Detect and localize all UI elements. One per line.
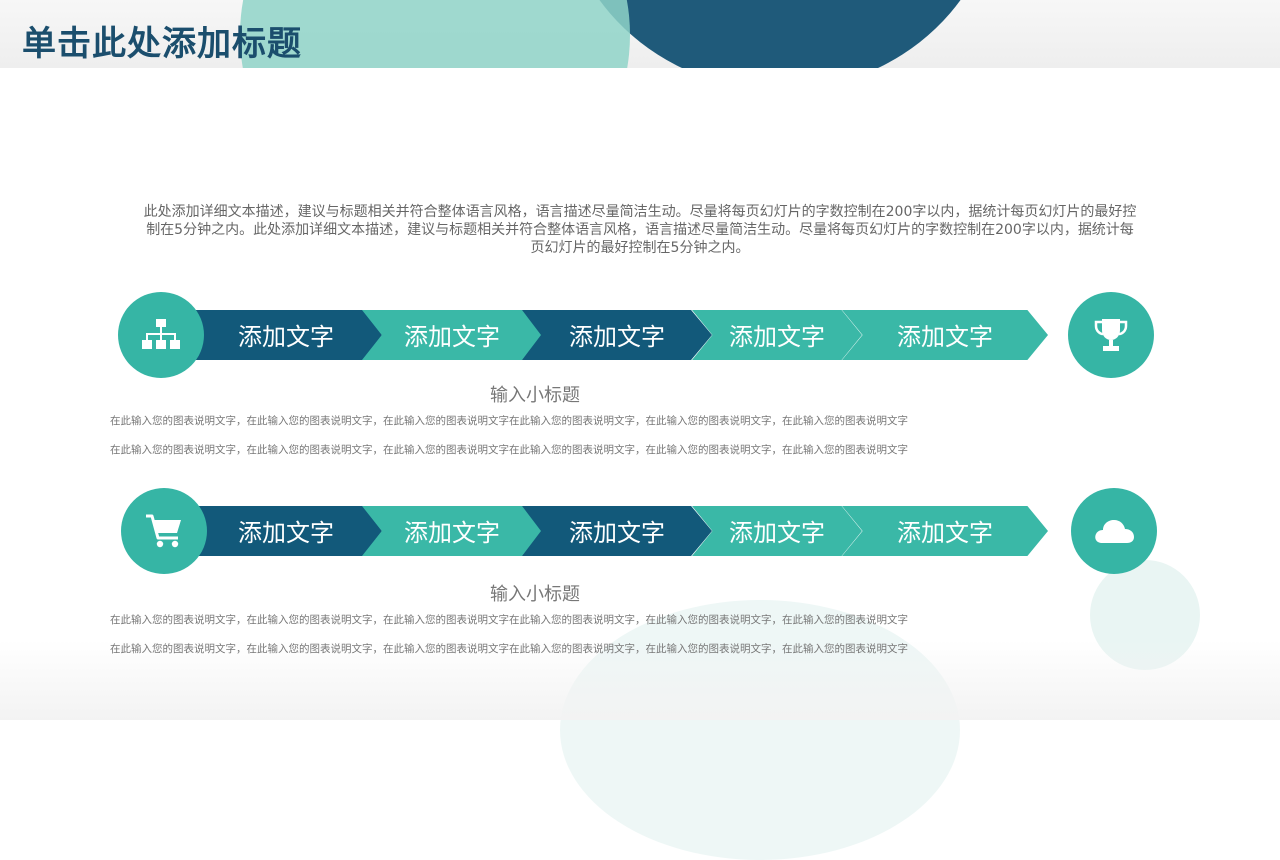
process-step-1[interactable]: 添加文字 [190, 506, 382, 556]
process-step-2[interactable]: 添加文字 [362, 506, 542, 556]
process-step-2[interactable]: 添加文字 [362, 310, 542, 360]
row-2-description-line-2[interactable]: 在此输入您的图表说明文字，在此输入您的图表说明文字，在此输入您的图表说明文字在此… [110, 641, 1110, 656]
process-step-3[interactable]: 添加文字 [522, 506, 712, 556]
step-label: 添加文字 [897, 518, 993, 547]
step-label: 添加文字 [897, 322, 993, 351]
step-label: 添加文字 [238, 518, 334, 547]
row-2-subtitle[interactable]: 输入小标题 [0, 580, 1070, 606]
step-label: 添加文字 [404, 322, 500, 351]
row-2-description-line-1[interactable]: 在此输入您的图表说明文字，在此输入您的图表说明文字，在此输入您的图表说明文字在此… [110, 612, 1110, 627]
process-step-4[interactable]: 添加文字 [692, 506, 862, 556]
cloud-icon [1095, 520, 1134, 543]
process-step-5[interactable]: 添加文字 [842, 310, 1048, 360]
process-row-1: 添加文字 添加文字 添加文字 添加文字 添加文字 [0, 292, 1280, 382]
intro-paragraph[interactable]: 此处添加详细文本描述，建议与标题相关并符合整体语言风格，语言描述尽量简洁生动。尽… [140, 203, 1140, 257]
trophy-icon [1094, 319, 1128, 351]
trophy-icon-badge [1068, 292, 1154, 378]
shopping-cart-icon [146, 514, 181, 548]
process-step-1[interactable]: 添加文字 [190, 310, 382, 360]
row-1-description-line-1[interactable]: 在此输入您的图表说明文字，在此输入您的图表说明文字，在此输入您的图表说明文字在此… [110, 413, 1110, 428]
footer-decoration-circle [560, 600, 960, 860]
row-1-subtitle[interactable]: 输入小标题 [0, 381, 1070, 407]
step-label: 添加文字 [729, 518, 825, 547]
process-step-4[interactable]: 添加文字 [692, 310, 862, 360]
shopping-cart-icon-badge [121, 488, 207, 574]
row-1-description-line-2[interactable]: 在此输入您的图表说明文字，在此输入您的图表说明文字，在此输入您的图表说明文字在此… [110, 442, 1110, 457]
cloud-icon-badge [1071, 488, 1157, 574]
page-title[interactable]: 单击此处添加标题 [22, 16, 302, 65]
hierarchy-icon-badge [118, 292, 204, 378]
step-label: 添加文字 [729, 322, 825, 351]
process-step-5[interactable]: 添加文字 [842, 506, 1048, 556]
hierarchy-icon [142, 319, 180, 349]
process-row-2: 添加文字 添加文字 添加文字 添加文字 添加文字 [0, 488, 1280, 578]
step-label: 添加文字 [238, 322, 334, 351]
step-label: 添加文字 [569, 518, 665, 547]
step-label: 添加文字 [404, 518, 500, 547]
step-label: 添加文字 [569, 322, 665, 351]
process-step-3[interactable]: 添加文字 [522, 310, 712, 360]
